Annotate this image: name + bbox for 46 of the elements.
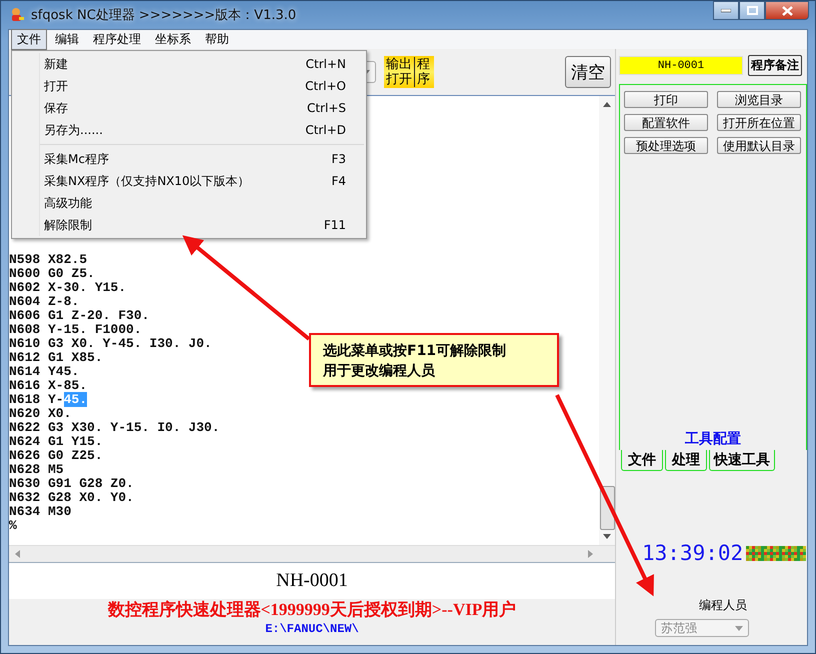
menu-option[interactable]: 解除限制 F11 [42, 214, 364, 236]
close-icon [782, 6, 792, 16]
tool-button[interactable]: 配置软件 [624, 114, 708, 131]
callout-note: 选此菜单或按F11可解除限制 用于更改编程人员 [309, 333, 559, 387]
menu-item[interactable]: 程序处理 [87, 29, 147, 50]
maximize-icon [746, 6, 758, 15]
menu-option[interactable]: 另存为...... Ctrl+D [42, 119, 364, 141]
tool-config-label: 工具配置 [684, 430, 742, 449]
close-button[interactable] [765, 1, 809, 20]
tool-button[interactable]: 浏览目录 [717, 91, 801, 108]
tool-button[interactable]: 预处理选项 [624, 137, 708, 154]
menu-option[interactable]: 打开 Ctrl+O [42, 75, 364, 97]
vertical-scrollbar[interactable] [599, 96, 615, 545]
license-text: 数控程序快速处理器<1999999天后授权到期>--VIP用户 [106, 599, 518, 621]
menu-option[interactable]: 采集NX程序（仅支持NX10以下版本） F4 [42, 170, 364, 192]
note-button[interactable]: 程序备注 [748, 55, 802, 76]
tool-button[interactable]: 打开所在位置 [717, 114, 801, 131]
maximize-button[interactable] [739, 1, 765, 20]
minimize-icon [721, 8, 731, 12]
menu-item[interactable]: 帮助 [199, 29, 235, 50]
menu-option[interactable]: 保存 Ctrl+S [42, 97, 364, 119]
color-noise-graphic [746, 546, 806, 560]
digital-clock: 13:39:02 [642, 541, 744, 565]
menu-item[interactable]: 文件 [11, 29, 47, 50]
program-name: NH-0001 [9, 562, 615, 599]
window-title: sfqosk NC处理器 >>>>>>>版本：V1.3.0 [31, 7, 296, 24]
menu-item[interactable]: 坐标系 [149, 29, 197, 50]
tab[interactable]: 快速工具 [709, 450, 775, 471]
program-number-field[interactable]: NH-0001 [619, 56, 743, 75]
tool-button[interactable]: 打印 [624, 91, 708, 108]
scroll-up-icon[interactable] [603, 102, 611, 107]
clear-button[interactable]: 清空 [565, 56, 611, 88]
menu-item[interactable]: 编辑 [49, 29, 85, 50]
menu-option[interactable]: 高级功能 [42, 192, 364, 214]
file-path: E:\FANUC\NEW\ [264, 621, 360, 637]
minimize-button[interactable] [713, 1, 739, 20]
programmer-label: 编程人员 [698, 597, 748, 614]
output-badge[interactable]: 输出 打开 程 序 [384, 56, 434, 88]
tab[interactable]: 处理 [665, 450, 707, 471]
scroll-down-icon[interactable] [603, 534, 611, 539]
tab[interactable]: 文件 [621, 450, 663, 471]
tool-button[interactable]: 使用默认目录 [717, 137, 801, 154]
app-icon [9, 7, 25, 23]
menu-option[interactable]: 采集Mc程序 F3 [42, 148, 364, 170]
menu-option[interactable]: 新建 Ctrl+N [42, 53, 364, 75]
caret-icon [735, 626, 743, 630]
